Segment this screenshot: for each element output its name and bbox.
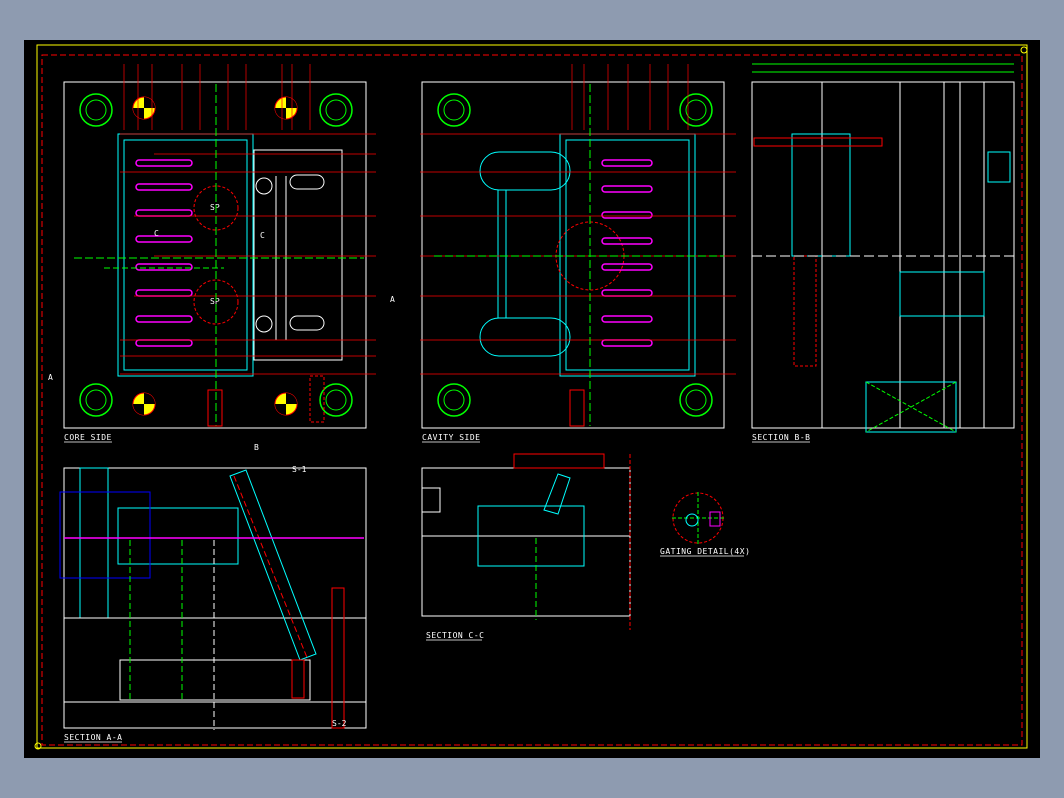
section-mark: B bbox=[254, 443, 259, 452]
return-pin-marker bbox=[274, 392, 298, 416]
view-label-cavity-side: CAVITY SIDE bbox=[422, 433, 480, 442]
cad-viewport[interactable]: SP SP CORE SIDE A A C C B CAVITY SIDE SE… bbox=[24, 40, 1040, 758]
view-label-section-aa: SECTION A-A bbox=[64, 733, 122, 742]
view-label-section-cc: SECTION C-C bbox=[426, 631, 484, 640]
guide-pin-boss bbox=[679, 383, 713, 417]
section-mark: A bbox=[48, 373, 53, 382]
sp-tag: SP bbox=[210, 203, 220, 212]
core-cavity-row bbox=[135, 159, 193, 347]
guide-pin-boss bbox=[679, 93, 713, 127]
view-label-section-bb: SECTION B-B bbox=[752, 433, 810, 442]
cavity-insert-row bbox=[601, 159, 653, 347]
section-cc-view: SECTION C-C bbox=[421, 453, 631, 641]
section-mark: A bbox=[390, 295, 395, 304]
guide-pin-boss bbox=[319, 383, 353, 417]
view-label-gating-detail: GATING DETAIL(4X) bbox=[660, 547, 750, 556]
s2-tag: S-2 bbox=[332, 719, 347, 728]
guide-pin-boss bbox=[319, 93, 353, 127]
section-bb-view: SECTION B-B bbox=[751, 63, 1015, 443]
sheet-frame bbox=[34, 44, 1028, 750]
mold-assembly-drawing: SP SP CORE SIDE A A C C B CAVITY SIDE SE… bbox=[34, 44, 1028, 750]
sp-tag: SP bbox=[210, 297, 220, 306]
guide-pin-boss bbox=[437, 383, 471, 417]
guide-pin-boss bbox=[79, 93, 113, 127]
guide-pin-boss bbox=[437, 93, 471, 127]
view-label-core-side: CORE SIDE bbox=[64, 433, 112, 442]
section-mark: C bbox=[260, 231, 265, 240]
s1-tag: S-1 bbox=[292, 465, 307, 474]
return-pin-marker bbox=[132, 392, 156, 416]
section-aa-view: S-2 S-1 SECTION A-A bbox=[59, 465, 367, 743]
frame-corner-marker bbox=[1020, 46, 1028, 54]
section-mark: C bbox=[154, 229, 159, 238]
gating-detail-view: GATING DETAIL(4X) bbox=[660, 492, 750, 557]
core-side-view: SP SP CORE SIDE A A C C B bbox=[48, 64, 395, 452]
cavity-side-view: CAVITY SIDE bbox=[420, 64, 736, 443]
guide-pin-boss bbox=[79, 383, 113, 417]
return-pin-marker bbox=[274, 96, 298, 120]
